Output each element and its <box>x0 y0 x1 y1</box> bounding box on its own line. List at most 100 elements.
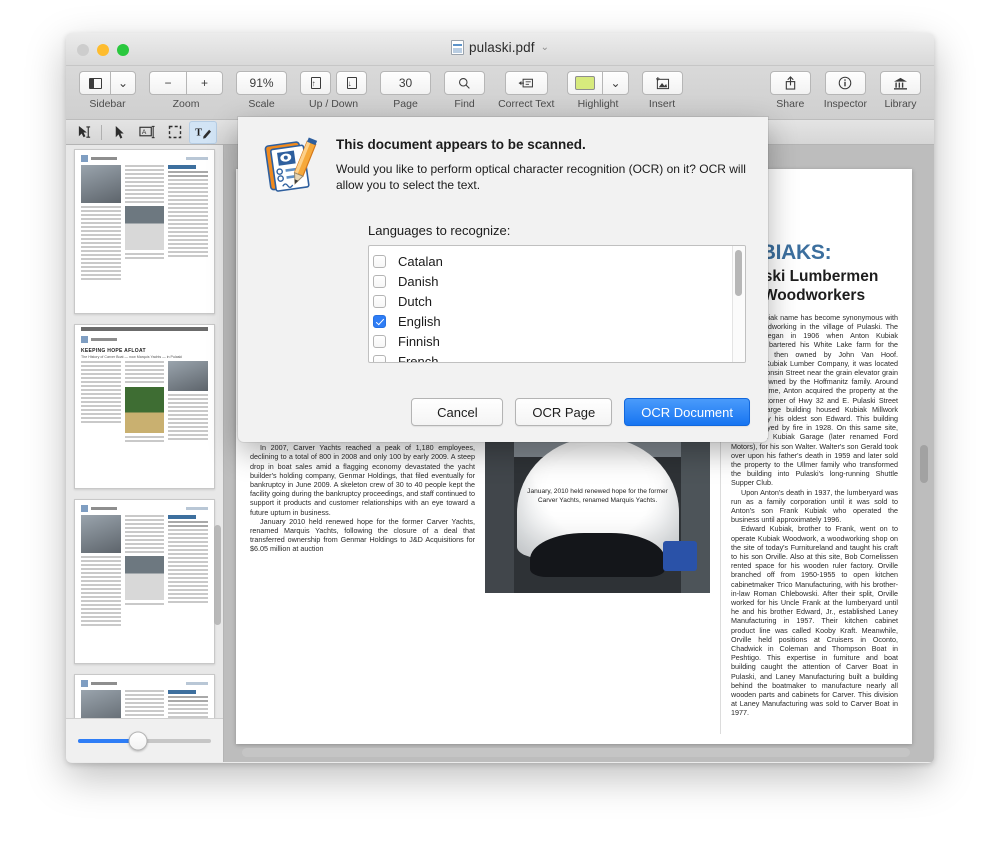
toolbar-group-sidebar: ⌄ Sidebar <box>79 71 137 110</box>
checkbox-dutch[interactable] <box>373 294 386 308</box>
language-row-finnish[interactable]: Finnish <box>373 331 745 351</box>
paragraph: Upon Anton's death in 1937, the lumberya… <box>731 487 898 525</box>
ocr-scan-document-icon <box>260 135 322 197</box>
thumbnail-page[interactable]: KEEPING HOPE AFLOAT The History of Carve… <box>74 324 215 489</box>
find-button[interactable] <box>444 71 486 95</box>
thumbnail-list[interactable]: KEEPING HOPE AFLOAT The History of Carve… <box>66 145 223 718</box>
highlight-color-swatch <box>575 76 596 90</box>
library-icon <box>894 77 907 90</box>
ocr-document-button[interactable]: OCR Document <box>624 398 750 426</box>
window-title: pulaski.pdf <box>468 40 535 55</box>
language-label: Finnish <box>398 333 440 349</box>
thumbnail-page[interactable] <box>74 149 215 314</box>
language-label: Danish <box>398 273 439 289</box>
thumbnail-page[interactable] <box>74 499 215 664</box>
thumb-col <box>168 165 209 282</box>
pdf-document-icon <box>450 40 464 55</box>
window-title-group: pulaski.pdf ⌄ <box>66 40 934 55</box>
highlight-chevron-button[interactable]: ⌄ <box>602 71 629 95</box>
thumb-logo <box>81 505 88 512</box>
thumb-header-line <box>91 338 117 341</box>
info-icon <box>839 76 852 90</box>
marquee-select-tool[interactable] <box>161 121 189 144</box>
ocr-dialog-body: Would you like to perform optical charac… <box>336 162 746 192</box>
screen: pulaski.pdf ⌄ ⌄ Sidebar − + Zoom 91% Sca… <box>0 0 1000 841</box>
share-button[interactable] <box>769 71 811 95</box>
sidebar-toggle-button[interactable] <box>79 71 110 95</box>
thumb-col <box>81 165 121 282</box>
ocr-dialog-sheet: This document appears to be scanned. Wou… <box>238 117 768 442</box>
page-down-button[interactable]: ↓ <box>336 71 368 95</box>
ocr-dialog-header: This document appears to be scanned. Wou… <box>238 117 768 197</box>
cancel-button[interactable]: Cancel <box>411 398 504 426</box>
languages-list[interactable]: Catalan Danish Dutch English Finnish Fre… <box>369 246 745 362</box>
toolbar-label-updown: Up / Down <box>309 98 359 110</box>
toolbar-label-share: Share <box>776 98 805 110</box>
page-number-field[interactable]: 30 <box>380 71 432 95</box>
pdf-application-window: pulaski.pdf ⌄ ⌄ Sidebar − + Zoom 91% Sca… <box>66 33 934 763</box>
thumb-col <box>168 690 209 718</box>
window-titlebar: pulaski.pdf ⌄ <box>66 33 934 66</box>
zoom-out-button[interactable]: − <box>149 71 187 95</box>
thumb-columns <box>75 361 214 444</box>
thumb-col <box>168 515 209 628</box>
boat-photo-caption: January, 2010 held renewed hope for the … <box>527 487 668 504</box>
toolbar-label-library: Library <box>884 98 917 110</box>
language-row-danish[interactable]: Danish <box>373 271 745 291</box>
thumb-col <box>124 690 165 718</box>
checkbox-english[interactable] <box>373 314 386 328</box>
page-up-button[interactable]: ↑ <box>300 71 332 95</box>
correct-text-tool[interactable]: T <box>189 120 217 144</box>
ocr-dialog-buttons: Cancel OCR Page OCR Document <box>411 398 750 426</box>
correct-text-button[interactable] <box>504 71 548 95</box>
language-row-dutch[interactable]: Dutch <box>373 291 745 311</box>
document-horizontal-scrollbar[interactable] <box>242 748 910 757</box>
sidebar-scrollbar[interactable] <box>214 525 221 625</box>
checkbox-french[interactable] <box>373 354 386 362</box>
slider-knob[interactable] <box>128 731 148 750</box>
languages-scrollbar-track[interactable] <box>732 246 745 362</box>
thumb-col <box>124 165 165 282</box>
toolbar-label-insert: Insert <box>648 98 676 110</box>
thumbnail-page[interactable] <box>74 674 215 718</box>
thumb-header <box>81 336 208 343</box>
toolbar-group-correct-text: Correct Text <box>498 71 554 110</box>
language-label: Dutch <box>398 293 432 309</box>
arrow-select-tool[interactable] <box>105 121 133 144</box>
languages-scrollbar-thumb[interactable] <box>735 250 742 296</box>
language-row-english[interactable]: English <box>373 311 745 331</box>
language-row-catalan[interactable]: Catalan <box>373 251 745 271</box>
thumb-col <box>81 361 121 444</box>
thumb-col <box>81 690 121 718</box>
language-row-french[interactable]: French <box>373 351 745 362</box>
checkbox-danish[interactable] <box>373 274 386 288</box>
languages-listbox[interactable]: Catalan Danish Dutch English Finnish Fre… <box>368 245 746 363</box>
paragraph: In 2007, Carver Yachts reached a peak of… <box>250 443 475 517</box>
ocr-page-button[interactable]: OCR Page <box>515 398 613 426</box>
zoom-in-button[interactable]: + <box>186 71 224 95</box>
text-box-tool[interactable]: A <box>133 121 161 144</box>
arrow-down-boxed-icon: ↓ <box>346 77 357 89</box>
checkbox-finnish[interactable] <box>373 334 386 348</box>
highlight-color-button[interactable] <box>567 71 603 95</box>
insert-button[interactable] <box>641 71 683 95</box>
thumb-col <box>81 515 121 628</box>
sidebar-options-chevron[interactable]: ⌄ <box>110 71 137 95</box>
thumbnail-sidebar[interactable]: KEEPING HOPE AFLOAT The History of Carve… <box>66 145 224 762</box>
thumb-title: KEEPING HOPE AFLOAT <box>81 348 146 354</box>
scale-value-button[interactable]: 91% <box>236 71 288 95</box>
thumb-columns <box>75 515 214 628</box>
main-toolbar: ⌄ Sidebar − + Zoom 91% Scale ↑ ↓ Up / Do… <box>66 66 934 120</box>
paragraph: January 2010 held renewed hope for the f… <box>250 516 475 554</box>
checkbox-catalan[interactable] <box>373 254 386 268</box>
library-button[interactable] <box>880 71 921 95</box>
thumbnail-size-slider[interactable] <box>78 731 211 750</box>
inspector-button[interactable] <box>824 71 866 95</box>
document-vertical-scrollbar[interactable] <box>920 445 928 483</box>
toolbar-label-find: Find <box>454 98 475 110</box>
chevron-down-icon[interactable]: ⌄ <box>541 42 549 53</box>
photo-wall-left <box>485 434 515 593</box>
ocr-dialog-heading: This document appears to be scanned. <box>336 137 586 152</box>
languages-label: Languages to recognize: <box>368 223 511 238</box>
text-select-tool[interactable] <box>70 121 98 144</box>
